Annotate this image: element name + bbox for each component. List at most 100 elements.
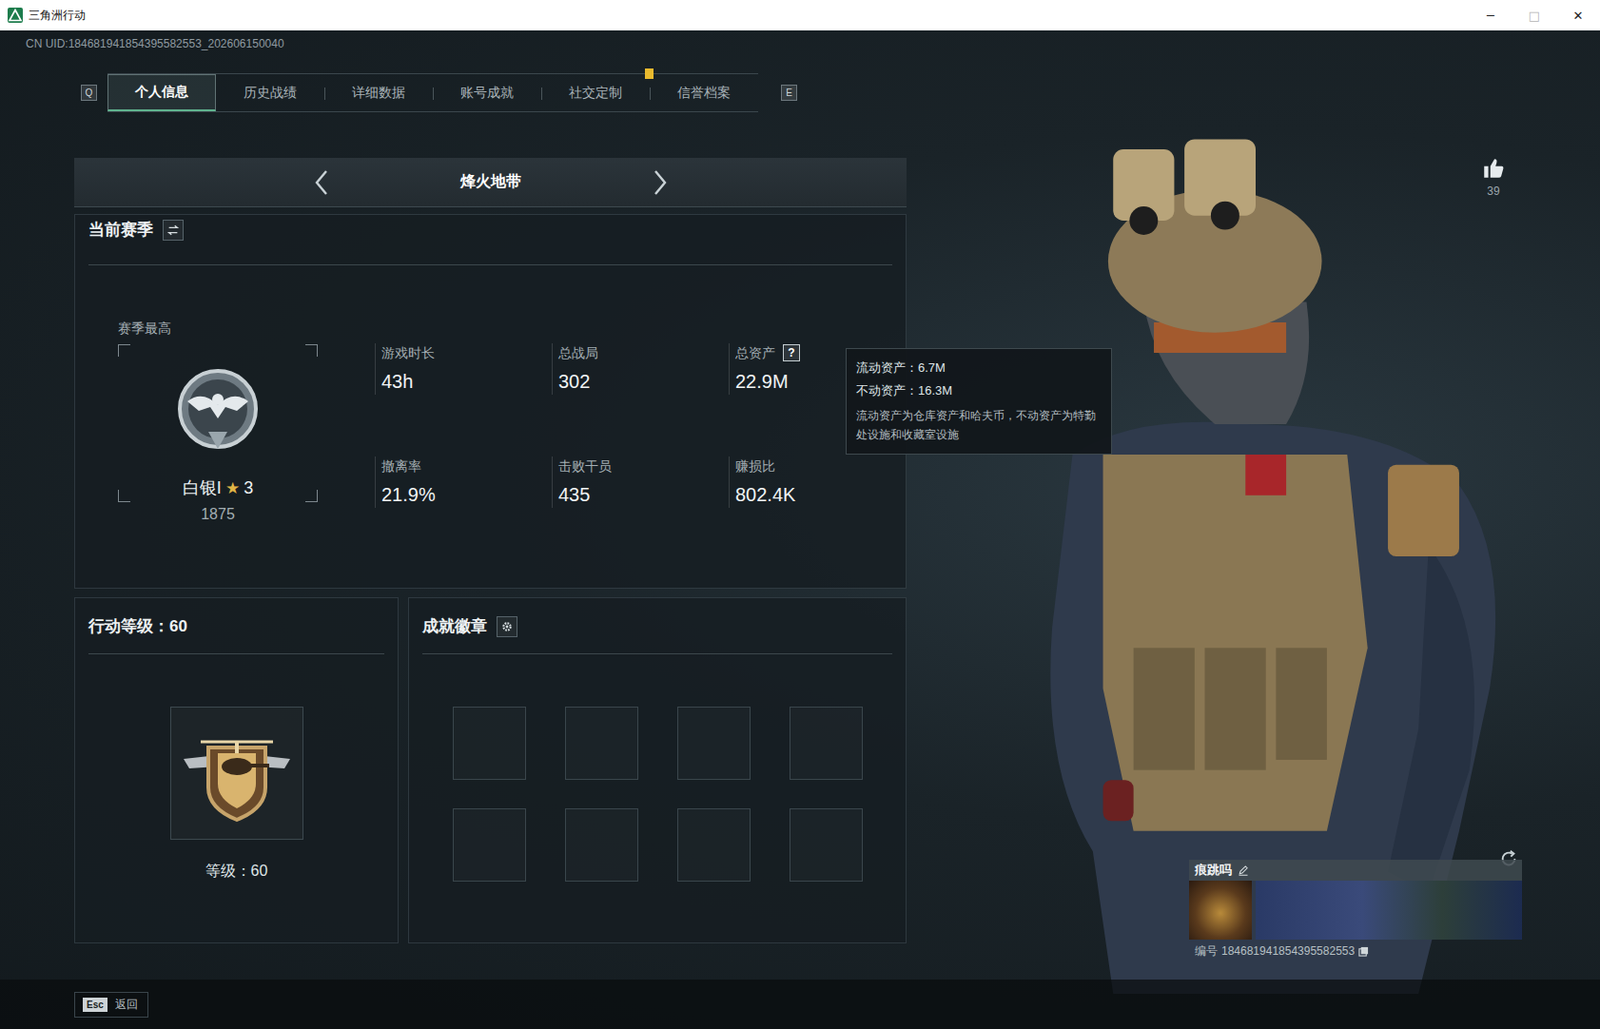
mode-selector: 烽火地带: [74, 157, 907, 208]
tab[interactable]: 历史战绩: [215, 74, 325, 112]
best-label: 赛季最高: [117, 318, 318, 338]
app-logo-icon: [7, 7, 23, 23]
window-title: 三角洲行动: [28, 7, 86, 24]
level-panel: 行动等级：60 等级：60: [74, 597, 399, 944]
window-control-button[interactable]: ✕: [1556, 0, 1600, 31]
tab-label: 账号成就: [460, 84, 514, 102]
stat-item: 击败干员 435: [551, 456, 729, 508]
tab-label: 社交定制: [568, 84, 623, 102]
tab-bar: Q 个人信息 历史战绩 详细数据 账号成就 社交定制 信誉档案 E: [80, 73, 1600, 113]
next-tab-key[interactable]: E: [780, 84, 798, 101]
swap-button[interactable]: [162, 219, 184, 241]
season-header: 当前赛季: [88, 214, 893, 266]
rank-name: 白银I★3: [182, 475, 254, 501]
title-bar: 三角洲行动 ─□✕: [0, 0, 1600, 31]
app-window: 三角洲行动 ─□✕ CN UID:184681941854395582553_202…: [0, 0, 1600, 1029]
season-panel: 当前赛季赛季最高白银I★31875游戏时长43h总战局302总资产?22.9M撤…: [74, 214, 907, 589]
stat-item: 游戏时长 43h: [374, 343, 552, 395]
stat-value: 435: [558, 481, 729, 508]
badge-slot[interactable]: [677, 808, 751, 882]
badge-grid: [409, 654, 906, 882]
swap-icon: [166, 223, 180, 237]
tab[interactable]: 账号成就: [432, 74, 542, 112]
helicopter-emblem-icon: [179, 721, 294, 826]
badge-title: 成就徽章: [422, 615, 488, 639]
chevron-right-icon[interactable]: [650, 168, 670, 197]
tooltip-note: 流动资产为仓库资产和哈夫币，不动资产为特勤处设施和收藏室设施: [856, 406, 1102, 445]
tooltip-line: 流动资产：6.7M: [856, 356, 1102, 380]
tab[interactable]: 信誉档案: [649, 74, 759, 112]
stat-item: 撤离率21.9%: [374, 456, 552, 508]
footer-bar: Esc 返回: [0, 979, 1600, 1029]
stat-value: 43h: [381, 368, 552, 395]
badge-slot[interactable]: [789, 706, 863, 781]
badge-header: 成就徽章: [422, 598, 893, 655]
back-label: 返回: [115, 996, 138, 1014]
silver-rank-emblem-icon: [170, 363, 266, 459]
badge-slot[interactable]: [565, 706, 639, 781]
player-banner: [1255, 880, 1522, 940]
stat-label: 总战局: [558, 343, 729, 363]
stats-grid: 游戏时长43h总战局302总资产?22.9M撤离率21.9%击败干员435赚损比…: [374, 343, 906, 526]
stat-item: 总战局 302: [551, 343, 729, 395]
copy-icon[interactable]: [1358, 946, 1369, 957]
gear-icon: [500, 620, 514, 634]
badge-slot[interactable]: [677, 706, 751, 781]
rank-block: 赛季最高白银I★3 1875: [117, 318, 318, 526]
player-name-row: 痕跳吗: [1189, 859, 1522, 881]
asset-tooltip: 流动资产：6.7M不动资产：16.3M 流动资产为仓库资产和哈夫币，不动资产为特勤…: [845, 348, 1113, 455]
rank-score: 1875: [117, 504, 318, 526]
back-button[interactable]: Esc 返回: [74, 992, 149, 1018]
edit-pencil-icon[interactable]: [1237, 864, 1249, 877]
tooltip-line: 不动资产：16.3M: [856, 379, 1102, 403]
level-header: 行动等级：60: [88, 598, 385, 655]
level-body: 等级：60: [75, 654, 398, 882]
esc-key: Esc: [82, 997, 108, 1013]
mode-title: 烽火地带: [452, 172, 529, 193]
player-name: 痕跳吗: [1194, 861, 1232, 879]
prev-tab-key[interactable]: Q: [80, 84, 98, 101]
badge-slot[interactable]: [452, 706, 527, 781]
level-emblem-box: [170, 706, 304, 840]
stat-value: 802.4K: [735, 481, 906, 508]
badge-slot[interactable]: [452, 808, 527, 882]
rank-frame: 白银I★3: [117, 344, 318, 503]
tab[interactable]: 个人信息: [107, 74, 216, 112]
badge-panel: 成就徽章: [408, 597, 907, 944]
tab-label: 信誉档案: [677, 84, 731, 102]
stat-item: 赚损比 802.4K: [728, 456, 906, 508]
game-screen: CN UID:184681941854395582553_20260615004…: [0, 30, 1600, 1029]
tab-list: 个人信息 历史战绩 详细数据 账号成就 社交定制 信誉档案: [107, 73, 759, 113]
star-icon: ★: [225, 475, 240, 501]
season-body: 赛季最高白银I★31875游戏时长43h总战局302总资产?22.9M撤离率21…: [75, 265, 906, 526]
player-card[interactable]: 痕跳吗编号184681941854395582553: [1189, 859, 1522, 959]
uid-label: CN UID:184681941854395582553_20260615004…: [25, 36, 1600, 52]
bottom-panels: 行动等级：60 等级：60 成就徽章: [74, 597, 907, 944]
player-images: [1189, 880, 1522, 940]
stat-label: 赚损比: [735, 456, 906, 476]
badge-settings-button[interactable]: [496, 616, 518, 638]
help-button[interactable]: ?: [782, 344, 800, 362]
like-count: 39: [1486, 184, 1500, 198]
season-title: 当前赛季: [88, 218, 154, 242]
badge-slot[interactable]: [565, 808, 639, 882]
player-avatar: [1189, 880, 1252, 940]
level-caption: 等级：60: [205, 860, 269, 882]
level-title: 行动等级：60: [88, 615, 188, 639]
stat-value: 302: [558, 368, 729, 395]
tab[interactable]: 详细数据: [324, 74, 433, 112]
stat-label: 游戏时长: [381, 343, 552, 363]
tab[interactable]: 社交定制: [541, 74, 650, 112]
stat-value: 21.9%: [381, 481, 552, 508]
thumbs-up-icon: [1481, 156, 1506, 181]
like-button[interactable]: 39: [1480, 156, 1507, 198]
window-control-button[interactable]: ─: [1468, 0, 1513, 31]
player-id: 编号184681941854395582553: [1189, 943, 1522, 959]
window-control-button[interactable]: □: [1512, 0, 1557, 31]
window-controls: ─□✕: [1468, 0, 1600, 31]
badge-slot[interactable]: [789, 808, 863, 882]
tab-label: 个人信息: [135, 83, 189, 101]
tab-label: 详细数据: [351, 84, 406, 102]
chevron-left-icon[interactable]: [312, 168, 332, 197]
stat-label: 击败干员: [558, 456, 729, 476]
